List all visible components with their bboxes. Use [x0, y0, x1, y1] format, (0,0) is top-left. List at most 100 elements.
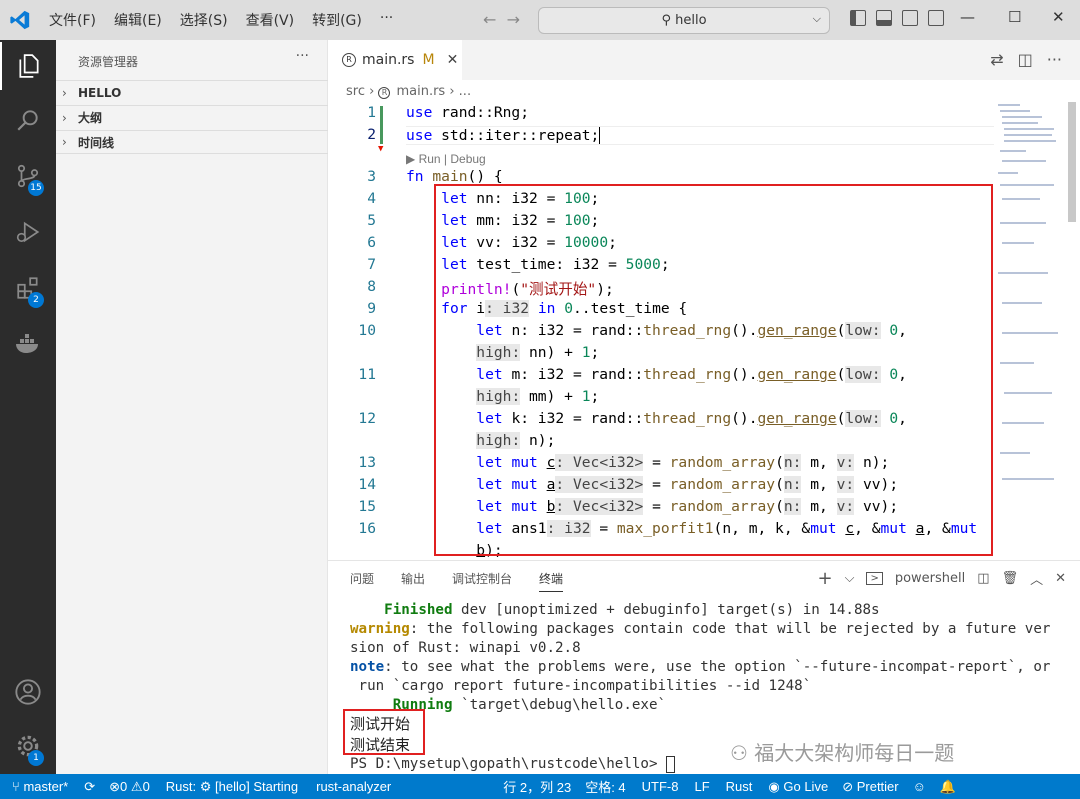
new-terminal-icon[interactable]: +	[818, 568, 833, 589]
term-line: run `cargo report future-incompatibiliti…	[350, 678, 812, 694]
branch-item[interactable]: ⑂ master*	[12, 779, 68, 794]
customize-layout-icon[interactable]	[928, 10, 944, 26]
menu-edit[interactable]: 编辑(E)	[105, 10, 171, 30]
git-added-gutter	[380, 106, 383, 144]
language-mode[interactable]: Rust	[726, 779, 753, 794]
extensions-icon[interactable]: 2	[0, 264, 56, 312]
tab-debug-console[interactable]: 调试控制台	[452, 570, 512, 592]
menu-go[interactable]: 转到(G)	[303, 10, 371, 30]
activity-bar: 15 2 1	[0, 40, 56, 774]
branch-label: master*	[23, 779, 69, 794]
prettier-button[interactable]: ⊘ Prettier	[842, 779, 898, 795]
term-note: note	[350, 659, 385, 675]
editor-scrollbar[interactable]	[1068, 102, 1076, 222]
split-terminal-icon[interactable]: ◫	[977, 571, 989, 586]
chevron-down-icon[interactable]: ⌵	[813, 12, 821, 26]
bottom-panel: 问题 输出 调试控制台 终端 + ⌵ > powershell ◫ 🗑 ︿ ✕ …	[328, 560, 1080, 774]
terminal-shell-label[interactable]: powershell	[895, 571, 965, 586]
encoding[interactable]: UTF-8	[642, 779, 679, 794]
tab-output[interactable]: 输出	[401, 570, 425, 592]
tab-problems[interactable]: 问题	[350, 570, 374, 592]
panel-actions: + ⌵ > powershell ◫ 🗑 ︿ ✕	[818, 568, 1067, 589]
minimize-icon[interactable]: —	[960, 8, 975, 26]
chevron-right-icon: ›	[62, 85, 67, 100]
editor-area: R main.rs M ✕ ⇄ ◫ ··· src › Rmain.rs › .…	[328, 40, 1080, 560]
tab-main-rs[interactable]: R main.rs M ✕	[328, 40, 462, 80]
warning-icon: ⚠	[130, 778, 143, 794]
section-outline[interactable]: › 大纲	[56, 105, 328, 129]
go-live-button[interactable]: ◉ Go Live	[768, 779, 828, 795]
compare-changes-icon[interactable]: ⇄	[990, 50, 1003, 69]
breadcrumb-file[interactable]: main.rs	[396, 84, 445, 99]
indent-spaces[interactable]: 空格: 4	[585, 777, 625, 796]
section-label: 时间线	[78, 135, 115, 150]
vscode-logo-icon	[0, 0, 40, 40]
highlight-box-output	[343, 709, 425, 755]
sidebar-title: 资源管理器	[78, 55, 139, 69]
tab-label: main.rs	[362, 52, 415, 68]
menu-view[interactable]: 查看(V)	[237, 10, 304, 30]
sync-icon[interactable]: ⟳	[84, 779, 95, 795]
rust-status[interactable]: Rust: ⚙ [hello] Starting	[166, 779, 298, 795]
docker-icon[interactable]	[0, 320, 56, 368]
breadcrumb: src › Rmain.rs › ...	[346, 84, 471, 99]
close-tab-icon[interactable]: ✕	[447, 52, 459, 68]
line-number: 1	[367, 104, 376, 121]
code-view[interactable]: ▼ 1 2 3 4 5 6 7 8 9 10 11 12 13 14 15 16…	[328, 102, 998, 560]
forward-arrow-icon[interactable]: →	[507, 10, 520, 29]
account-icon[interactable]	[0, 668, 56, 716]
breadcrumb-rest[interactable]: › ...	[449, 84, 471, 99]
source-control-icon[interactable]: 15	[0, 152, 56, 200]
problems-item[interactable]: ⊗0 ⚠0	[109, 779, 150, 795]
section-hello[interactable]: › HELLO	[56, 80, 328, 104]
sidebar-more-actions[interactable]: ···	[296, 48, 309, 64]
term-line: `target\debug\hello.exe`	[452, 697, 667, 713]
feedback-icon[interactable]: ☺	[913, 779, 926, 794]
line-number: 3	[367, 168, 376, 185]
terminal-prompt[interactable]: PS D:\mysetup\gopath\rustcode\hello>	[350, 755, 676, 774]
back-arrow-icon[interactable]: ←	[483, 10, 496, 29]
line-number: 7	[367, 256, 376, 273]
terminal-output[interactable]: Finished dev [unoptimized + debuginfo] t…	[350, 601, 1050, 715]
trash-icon[interactable]: 🗑	[1002, 571, 1019, 586]
settings-badge: 1	[28, 750, 44, 766]
toggle-secondary-sidebar-icon[interactable]	[902, 10, 918, 26]
toggle-panel-icon[interactable]	[876, 10, 892, 26]
cursor-position[interactable]: 行 2，列 23	[503, 777, 571, 796]
close-panel-icon[interactable]: ✕	[1055, 571, 1066, 586]
line-number: 15	[358, 498, 376, 515]
line-number: 14	[358, 476, 376, 493]
eol[interactable]: LF	[695, 779, 710, 794]
line-number: 13	[358, 454, 376, 471]
explorer-icon[interactable]	[0, 42, 56, 90]
explorer-sidebar: 资源管理器 ··· › HELLO › 大纲 › 时间线	[56, 40, 328, 774]
split-editor-icon[interactable]: ◫	[1018, 50, 1033, 69]
menu-file[interactable]: 文件(F)	[40, 10, 105, 30]
menu-more[interactable]: ···	[371, 10, 402, 30]
search-icon[interactable]	[0, 96, 56, 144]
toggle-sidebar-icon[interactable]	[850, 10, 866, 26]
more-actions-icon[interactable]: ···	[1047, 50, 1062, 69]
maximize-panel-icon[interactable]: ︿	[1030, 569, 1043, 588]
menu-bar: 文件(F) 编辑(E) 选择(S) 查看(V) 转到(G) ···	[40, 10, 402, 30]
breadcrumb-folder[interactable]: src	[346, 84, 365, 99]
close-window-icon[interactable]: ✕	[1052, 8, 1065, 26]
command-center-search[interactable]: ⚲ hello ⌵	[538, 7, 830, 34]
go-live-label: Go Live	[783, 778, 829, 794]
section-timeline[interactable]: › 时间线	[56, 130, 328, 154]
codelens-run-debug[interactable]: ▶ Run | Debug	[406, 152, 486, 166]
maximize-icon[interactable]: ☐	[1008, 8, 1021, 26]
notifications-bell-icon[interactable]: 🔔	[940, 779, 956, 795]
run-debug-icon[interactable]	[0, 208, 56, 256]
chevron-down-icon[interactable]: ⌵	[845, 571, 855, 586]
rust-analyzer-status[interactable]: rust-analyzer	[316, 779, 391, 794]
minimap[interactable]	[994, 102, 1064, 492]
menu-selection[interactable]: 选择(S)	[171, 10, 237, 30]
line-number: 5	[367, 212, 376, 229]
tab-terminal[interactable]: 终端	[539, 570, 564, 592]
scm-badge: 15	[28, 180, 44, 196]
title-bar: 文件(F) 编辑(E) 选择(S) 查看(V) 转到(G) ··· ← → ⚲ …	[0, 0, 1080, 40]
settings-gear-icon[interactable]: 1	[0, 722, 56, 770]
line-number: 11	[358, 366, 376, 383]
prompt-text: PS D:\mysetup\gopath\rustcode\hello>	[350, 756, 667, 772]
